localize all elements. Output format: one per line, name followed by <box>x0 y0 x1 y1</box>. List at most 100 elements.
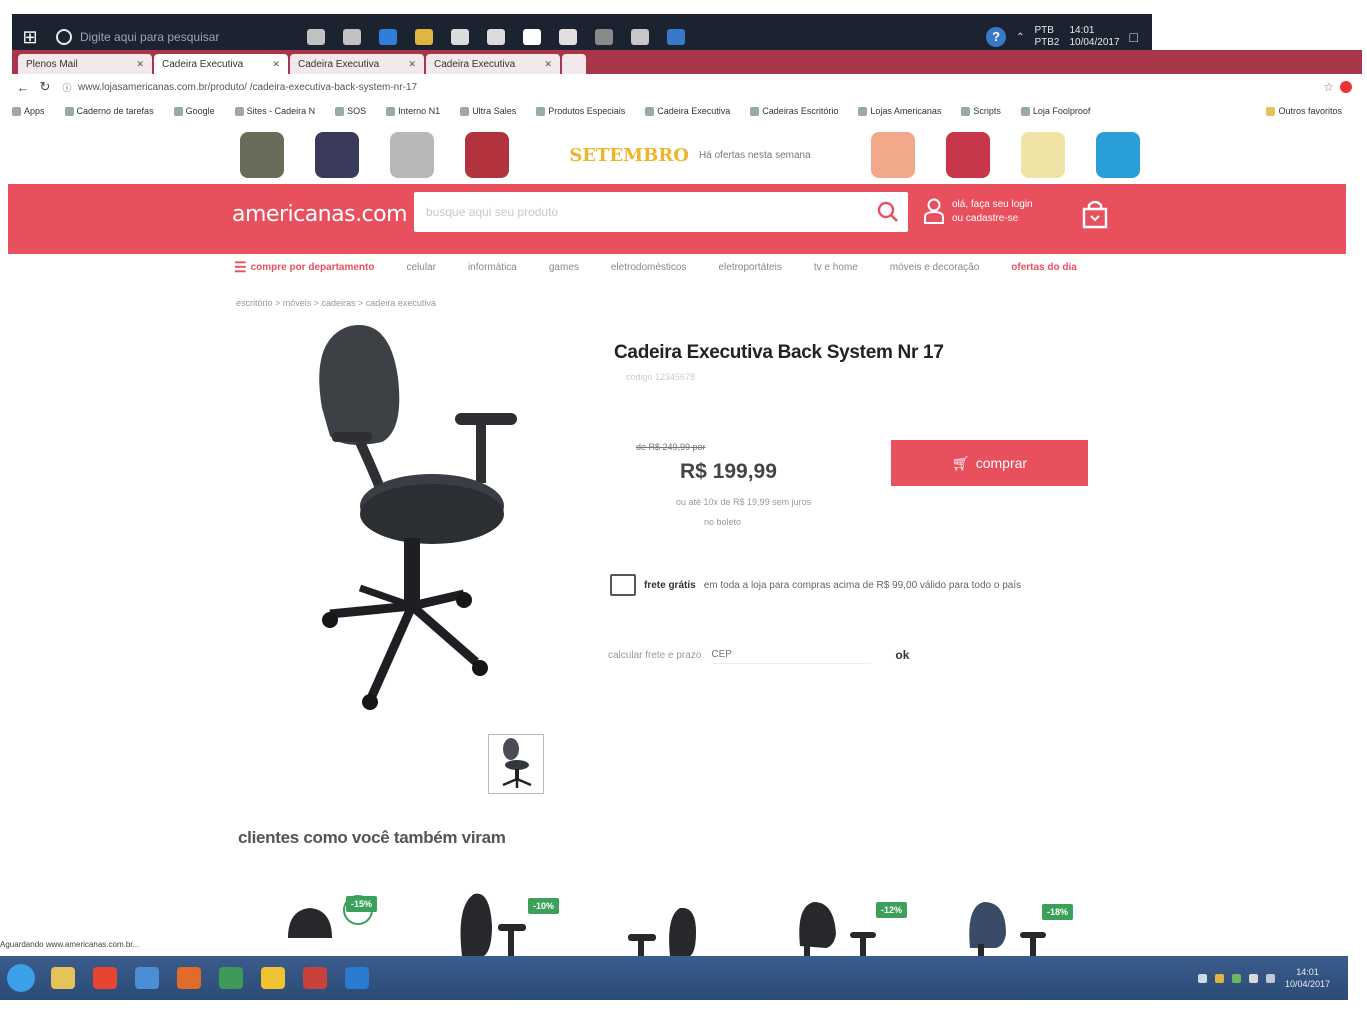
app-glyph-icon <box>177 967 201 989</box>
category-link[interactable]: informática <box>468 262 517 273</box>
cart-icon: 🛒︎ <box>951 454 970 471</box>
related-product[interactable]: -18% <box>960 886 1080 966</box>
related-product[interactable]: -12% <box>790 886 910 966</box>
taskbar-app-icon[interactable] <box>336 960 378 996</box>
bookmark-item[interactable]: Lojas Americanas <box>858 106 941 116</box>
taskbar-app-icon[interactable] <box>126 960 168 996</box>
tray-icon[interactable] <box>1248 973 1258 983</box>
clock-date: 10/04/2017 <box>1284 979 1330 989</box>
bookmark-label: Ultra Sales <box>472 106 517 116</box>
cortana-search[interactable]: Digite aqui para pesquisar <box>48 22 298 52</box>
category-link[interactable]: móveis e decoração <box>890 262 980 273</box>
related-product[interactable]: -10% <box>450 886 570 966</box>
related-products: -15% -10% -12% -18% <box>280 886 1100 966</box>
category-link[interactable]: games <box>549 262 579 273</box>
close-tab-icon[interactable]: ✕ <box>544 59 552 70</box>
app-glyph-icon <box>93 967 117 989</box>
bookmark-label: Cadeiras Escritório <box>762 106 839 116</box>
url-field[interactable] <box>78 77 1324 97</box>
close-tab-icon[interactable]: ✕ <box>136 59 144 70</box>
bookmark-item[interactable]: Interno N1 <box>386 106 440 116</box>
category-items: celular informática games eletrodomésticos e… <box>406 262 979 273</box>
browser-tab[interactable]: Cadeira Executiva ✕ <box>290 54 424 74</box>
close-tab-icon[interactable]: ✕ <box>272 59 280 70</box>
zip-ok-button[interactable]: ok <box>891 648 913 662</box>
buy-button-label: comprar <box>975 455 1028 471</box>
taskbar-app-icon[interactable] <box>252 960 294 996</box>
bookmark-icon <box>645 106 655 116</box>
installments-text: ou até 10x de R$ 19,99 sem juros <box>676 497 812 507</box>
bookmark-item[interactable]: Produtos Especiais <box>536 106 625 116</box>
back-arrow-icon[interactable]: ← <box>12 80 34 95</box>
buy-button[interactable]: 🛒︎ comprar <box>891 440 1088 486</box>
search-input[interactable] <box>414 192 868 232</box>
taskbar-app-icon[interactable] <box>168 960 210 996</box>
notifications-icon[interactable]: □ <box>1130 29 1138 45</box>
bookmark-star-icon[interactable]: ☆ <box>1323 80 1334 94</box>
category-link[interactable]: eletrodomésticos <box>611 262 687 273</box>
clock[interactable]: 14:01 10/04/2017 <box>1285 966 1330 990</box>
account-link[interactable]: olá, faça seu login ou cadastre-se <box>924 198 1033 224</box>
all-departments-button[interactable]: ☰ compre por departamento <box>234 259 374 276</box>
bookmark-icon <box>234 106 244 116</box>
tray-icon[interactable] <box>1265 973 1275 983</box>
new-tab-button[interactable] <box>562 54 586 74</box>
taskbar-app-icon[interactable] <box>42 960 84 996</box>
shopping-bag-icon <box>1082 200 1108 229</box>
other-bookmarks[interactable]: Outros favoritos <box>1266 106 1362 116</box>
daily-offers-link[interactable]: ofertas do dia <box>1011 262 1077 273</box>
menu-icon: ☰ <box>234 258 247 275</box>
tray-icon[interactable] <box>1214 973 1224 983</box>
bookmark-item[interactable]: Scripts <box>961 106 1001 116</box>
cash-note: no boleto <box>704 517 742 527</box>
bookmark-item[interactable]: Cadeira Executiva <box>645 106 730 116</box>
browser-tab[interactable]: Cadeira Executiva ✕ <box>426 54 560 74</box>
bookmark-item[interactable]: Ultra Sales <box>460 106 516 116</box>
cortana-icon <box>56 29 72 45</box>
account-line: ou cadastre-se <box>952 212 1019 224</box>
tray-icon[interactable] <box>1197 973 1207 983</box>
bookmark-item[interactable]: Caderno de tarefas <box>64 106 154 116</box>
start-button[interactable] <box>0 960 42 996</box>
browser-tab[interactable]: Plenos Mail ✕ <box>18 54 152 74</box>
bookmark-label: Scripts <box>973 106 1001 116</box>
app-glyph-icon <box>303 967 327 989</box>
breadcrumb[interactable]: escritório > móveis > cadeiras > cadeira… <box>236 298 436 308</box>
shipping-text: em toda a loja para compras acima de R$ … <box>703 579 1022 591</box>
taskbar-app-icon[interactable] <box>84 960 126 996</box>
search-button[interactable] <box>868 192 908 232</box>
help-icon[interactable]: ? <box>986 27 1007 47</box>
bookmark-item[interactable]: Apps <box>12 106 45 116</box>
bookmark-item[interactable]: Sites - Cadeira N <box>234 106 315 116</box>
bookmark-item[interactable]: Google <box>173 106 215 116</box>
app-glyph-icon <box>379 29 397 45</box>
promo-figure <box>465 132 509 178</box>
related-product[interactable]: -15% <box>280 886 400 966</box>
tray-chevron-icon[interactable]: ⌃ <box>1016 32 1024 43</box>
category-link[interactable]: tv e home <box>814 262 858 273</box>
system-tray: ? ⌃ PTB PTB2 14:01 10/04/2017 □ <box>986 25 1152 49</box>
chair-thumbnail-icon <box>502 738 532 788</box>
cart-button[interactable] <box>1080 198 1110 230</box>
close-tab-icon[interactable]: ✕ <box>408 59 416 70</box>
promo-banner[interactable]: SETEMBRO Há ofertas nesta semana <box>240 126 1140 184</box>
taskbar-app-icon[interactable] <box>294 960 336 996</box>
taskbar-app-icon[interactable] <box>210 960 252 996</box>
bookmark-item[interactable]: SOS <box>335 106 366 116</box>
browser-tab[interactable]: Cadeira Executiva ✕ <box>154 54 288 74</box>
product-image[interactable] <box>300 318 530 718</box>
extension-icon[interactable] <box>1340 81 1352 93</box>
zip-input[interactable] <box>711 646 872 664</box>
bookmark-icon <box>750 106 760 116</box>
bookmark-item[interactable]: Loja Foolproof <box>1020 106 1090 116</box>
browser-tab-label: Plenos Mail <box>26 58 78 70</box>
product-thumbnail[interactable] <box>488 734 544 794</box>
category-link[interactable]: celular <box>406 262 435 273</box>
app-glyph-icon <box>415 29 433 45</box>
bookmark-item[interactable]: Cadeiras Escritório <box>750 106 838 116</box>
category-link[interactable]: eletroportáteis <box>718 262 781 273</box>
tray-icon[interactable] <box>1231 973 1241 983</box>
site-logo[interactable]: americanas.com <box>232 198 408 232</box>
reload-icon[interactable]: ↻ <box>34 79 56 95</box>
related-product[interactable] <box>620 886 740 966</box>
